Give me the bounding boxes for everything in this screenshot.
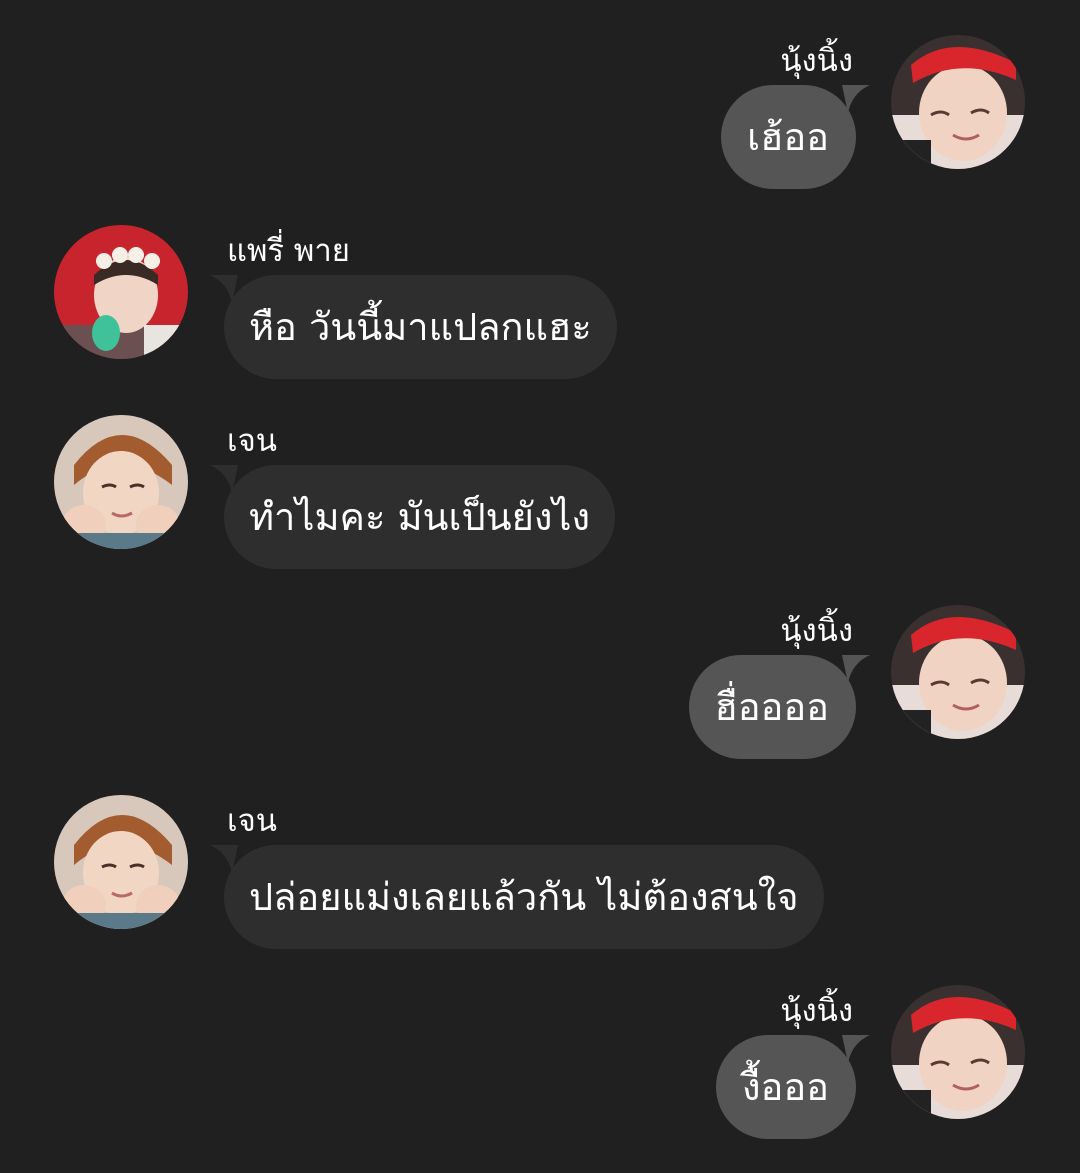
bubble-tail xyxy=(842,1035,870,1063)
sender-name: เจน xyxy=(227,423,277,459)
person-photo-icon xyxy=(891,605,1025,739)
message-bubble-incoming[interactable]: หือ วันนี้มาแปลกแฮะ xyxy=(224,275,617,379)
avatar-hands-on-cheeks[interactable] xyxy=(54,415,188,549)
avatar-red-bandana[interactable] xyxy=(891,985,1025,1119)
person-photo-icon xyxy=(54,225,188,359)
message-bubble-outgoing[interactable]: งื้อออ xyxy=(715,1035,856,1139)
bubble-tail xyxy=(210,275,238,303)
message-bubble-incoming[interactable]: ปล่อยแม่งเลยแล้วกัน ไม่ต้องสนใจ xyxy=(224,845,824,949)
sender-name: นุ้งนิ้ง xyxy=(780,993,853,1029)
person-photo-icon xyxy=(891,985,1025,1119)
person-photo-icon xyxy=(54,415,188,549)
avatar-red-bandana[interactable] xyxy=(891,605,1025,739)
message-bubble-outgoing[interactable]: เฮ้ออ xyxy=(721,85,856,189)
avatar-flower-crown[interactable] xyxy=(54,225,188,359)
bubble-tail xyxy=(842,85,870,113)
avatar-hands-on-cheeks[interactable] xyxy=(54,795,188,929)
sender-name: นุ้งนิ้ง xyxy=(780,613,853,649)
person-photo-icon xyxy=(54,795,188,929)
bubble-tail xyxy=(210,465,238,493)
avatar-red-bandana[interactable] xyxy=(891,35,1025,169)
chat-thread: นุ้งนิ้ง เฮ้ออ แพรี่ พาย หือ วันนี้มาแปล… xyxy=(0,0,1080,1173)
message-bubble-outgoing[interactable]: ฮื่ออออ xyxy=(688,655,856,759)
sender-name: แพรี่ พาย xyxy=(227,233,350,269)
sender-name: นุ้งนิ้ง xyxy=(780,43,853,79)
person-photo-icon xyxy=(891,35,1025,169)
sender-name: เจน xyxy=(227,803,277,839)
bubble-tail xyxy=(842,655,870,683)
message-bubble-incoming[interactable]: ทำไมคะ มันเป็นยังไง xyxy=(224,465,616,569)
bubble-tail xyxy=(210,845,238,873)
